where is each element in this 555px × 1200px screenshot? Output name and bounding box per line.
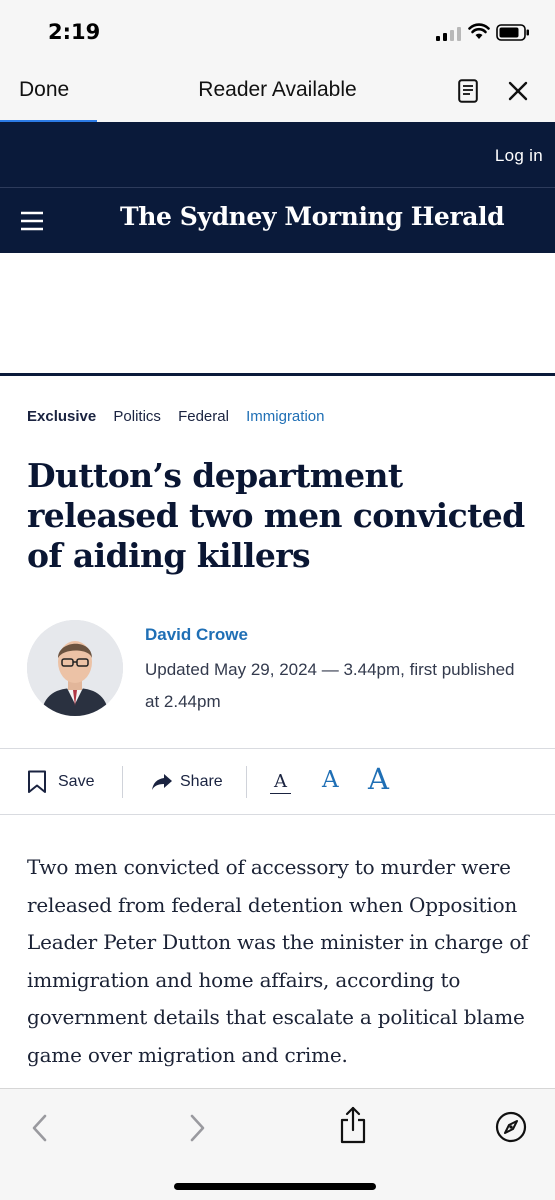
site-logo[interactable]: The Sydney Morning Herald [120,202,505,231]
tool-separator [122,766,123,798]
author-photo [27,620,123,716]
font-size-medium-button[interactable]: A [322,767,339,793]
login-link[interactable]: Log in [495,146,543,166]
close-icon[interactable] [507,80,529,102]
article-body: Two men convicted of accessory to murder… [27,855,529,1067]
site-header: The Sydney Morning Herald [0,188,555,253]
article-headline: Dutton’s department released two men con… [27,456,525,575]
bookmark-icon [28,770,46,793]
breadcrumb-federal[interactable]: Federal [178,408,229,425]
battery-icon [496,24,529,41]
compass-icon[interactable] [495,1111,527,1143]
author-avatar[interactable] [27,620,123,716]
tools-divider-bottom [0,814,555,815]
site-top-bar: Log in [0,122,555,188]
share-label: Share [180,773,223,790]
breadcrumb-politics[interactable]: Politics [113,408,161,425]
status-time: 2:19 [48,20,101,44]
wifi-icon [468,23,490,39]
share-button[interactable]: Share [151,768,223,796]
reader-icon[interactable] [458,79,478,103]
breadcrumb: Exclusive Politics Federal Immigration [27,408,337,425]
menu-icon[interactable] [21,210,43,232]
share-arrow-icon [152,774,172,790]
browser-bottom-toolbar [0,1088,555,1200]
ad-space [0,253,555,373]
author-name-link[interactable]: David Crowe [145,625,248,645]
home-indicator [174,1183,376,1190]
chevron-right-icon[interactable] [189,1113,207,1143]
font-size-large-button[interactable]: A [368,762,389,796]
browser-top-bar: Done Reader Available [0,60,555,122]
save-label: Save [58,773,95,790]
section-rule [0,373,555,376]
exclusive-label: Exclusive [27,408,97,425]
tool-separator [246,766,247,798]
publish-date: Updated May 29, 2024 — 3.44pm, first pub… [145,660,515,711]
signal-icon [436,27,461,41]
tools-divider-top [0,748,555,749]
save-button[interactable]: Save [27,768,94,796]
breadcrumb-immigration[interactable]: Immigration [246,408,324,425]
chevron-left-icon[interactable] [30,1113,48,1143]
font-size-small-button[interactable]: A [270,772,291,794]
status-bar: 2:19 [0,0,555,60]
share-sheet-icon[interactable] [339,1106,367,1144]
